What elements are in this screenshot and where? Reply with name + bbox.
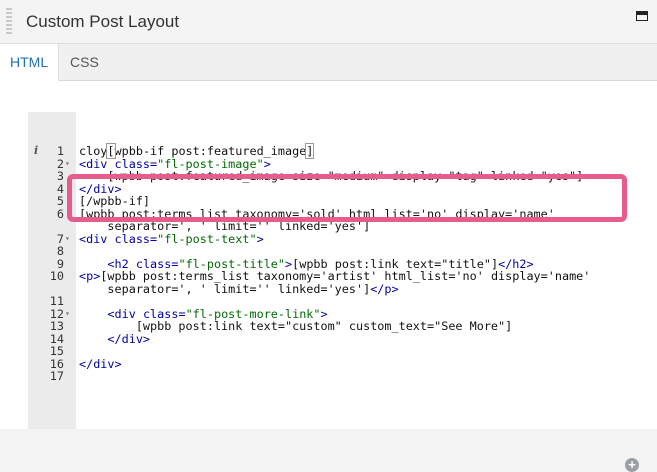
code-token: class= (114, 231, 158, 246)
code-line[interactable]: separator=', ' limit='' linked='yes']</p… (28, 281, 616, 296)
code-token: </p> (370, 281, 399, 296)
tab-html[interactable]: HTML (0, 44, 60, 82)
tab-bar: HTML CSS (0, 44, 657, 82)
code-line[interactable]: 14 </div> (28, 331, 616, 346)
line-number: 10 (49, 269, 64, 283)
code-text[interactable]: separator=', ' limit='' linked='yes']</p… (79, 281, 399, 296)
editor-panel: i 1 cloy[wpbb-if post:featured_image] 2 ▾ <di… (0, 81, 657, 472)
page-title: Custom Post Layout (26, 12, 180, 31)
code-text[interactable]: <div class="fl-post-text"> (79, 231, 264, 246)
code-editor[interactable]: i 1 cloy[wpbb-if post:featured_image] 2 ▾ <di… (28, 112, 616, 429)
tab-css[interactable]: CSS (60, 44, 109, 81)
panel-header: Custom Post Layout (0, 0, 657, 44)
fold-toggle-icon[interactable]: ▾ (65, 308, 70, 321)
highlight-annotation (67, 174, 627, 222)
code-token: </div> (107, 331, 151, 346)
line-number: 17 (49, 369, 64, 383)
code-line[interactable]: 16 </div> (28, 356, 616, 371)
fold-toggle-icon[interactable]: ▾ (65, 233, 70, 246)
code-line[interactable]: 17 (28, 370, 616, 383)
drag-handle-icon[interactable] (6, 8, 12, 36)
code-token: <div (79, 231, 115, 246)
code-token: > (256, 231, 264, 246)
code-token: </div> (79, 356, 122, 371)
code-text[interactable]: </div> (79, 356, 122, 371)
line-number: 15 (49, 344, 64, 358)
code-token: ] (305, 143, 315, 159)
maximize-icon[interactable] (636, 11, 648, 21)
line-number: 11 (49, 294, 64, 308)
code-line[interactable]: 7 ▾ <div class="fl-post-text"> (28, 231, 616, 246)
code-token: "fl-post-text" (157, 231, 257, 246)
line-number: 13 (49, 319, 64, 333)
plus-circle-icon[interactable]: + (625, 458, 639, 472)
line-number: 5 (56, 194, 64, 208)
code-token: separator=', ' limit='' linked='yes'] (79, 281, 371, 296)
fold-toggle-icon[interactable]: ▾ (65, 158, 70, 171)
line-number: 1 (56, 144, 64, 158)
line-number: 6 (56, 206, 64, 221)
code-text[interactable]: </div> (79, 331, 151, 346)
line-number: 8 (56, 244, 64, 258)
line-number: 3 (56, 169, 64, 183)
